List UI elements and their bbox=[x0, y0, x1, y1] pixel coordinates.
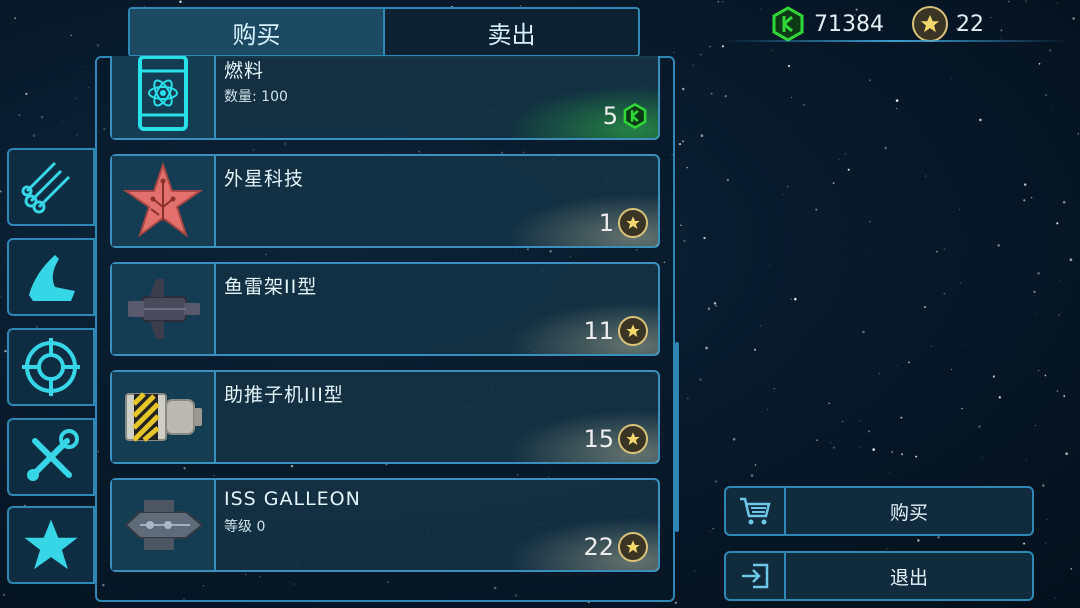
star-icon bbox=[24, 519, 78, 570]
item-name: 燃料 bbox=[224, 60, 265, 82]
item-price: 15 bbox=[583, 424, 648, 454]
shop-item-list[interactable]: 燃料 数量: 100 5 外星科技 1 鱼雷架II型 11 助推子机III型 1… bbox=[108, 56, 662, 596]
price-value: 22 bbox=[583, 533, 614, 561]
torpedo-rack-icon bbox=[128, 279, 200, 339]
booster-module-icon bbox=[125, 392, 202, 442]
item-price: 1 bbox=[599, 208, 648, 238]
star-count: 22 bbox=[956, 11, 984, 37]
price-value: 1 bbox=[598, 209, 614, 237]
star-coin-icon bbox=[618, 208, 648, 238]
star-coin-icon bbox=[618, 532, 648, 562]
item-name: 助推子机III型 bbox=[224, 384, 344, 406]
item-name: ISS GALLEON bbox=[224, 488, 361, 510]
fuel-barrel-icon bbox=[138, 56, 188, 131]
buy-button-label: 购买 bbox=[889, 501, 928, 524]
shop-item-booster[interactable]: 助推子机III型 15 bbox=[110, 370, 660, 464]
crystal-icon bbox=[623, 103, 647, 129]
crystal-icon bbox=[772, 6, 804, 42]
item-price: 22 bbox=[583, 532, 648, 562]
item-level: 等级 0 bbox=[224, 519, 266, 535]
item-quantity: 数量: 100 bbox=[224, 89, 288, 105]
exit-button-label: 退出 bbox=[889, 566, 928, 589]
category-ships-button[interactable] bbox=[7, 238, 95, 316]
star-coin-icon bbox=[912, 6, 948, 42]
item-price: 5 bbox=[603, 102, 648, 130]
crystal-count: 71384 bbox=[814, 11, 884, 37]
alien-tech-star-icon bbox=[123, 161, 203, 238]
materials-icon bbox=[21, 161, 71, 214]
price-value: 5 bbox=[602, 102, 618, 130]
tools-icon bbox=[27, 429, 79, 481]
star-coin-icon bbox=[618, 424, 648, 454]
exit-button[interactable]: 退出 bbox=[724, 551, 1034, 601]
list-scrollbar[interactable] bbox=[675, 342, 679, 532]
star-coin-icon bbox=[618, 316, 648, 346]
shop-item-torpedo-rack[interactable]: 鱼雷架II型 11 bbox=[110, 262, 660, 356]
cart-icon bbox=[740, 497, 771, 525]
item-price: 11 bbox=[583, 316, 648, 346]
ship-hull-icon bbox=[29, 255, 75, 301]
buy-button[interactable]: 购买 bbox=[724, 486, 1034, 536]
category-weapons-button[interactable] bbox=[7, 328, 95, 406]
shop-item-fuel[interactable]: 燃料 数量: 100 5 bbox=[110, 56, 660, 140]
star-balance: 22 bbox=[912, 6, 984, 42]
category-special-button[interactable] bbox=[7, 506, 95, 584]
shop-item-iss-galleon[interactable]: ISS GALLEON 等级 0 22 bbox=[110, 478, 660, 572]
item-name: 鱼雷架II型 bbox=[224, 276, 318, 298]
currency-divider bbox=[720, 40, 1070, 42]
category-tools-button[interactable] bbox=[7, 418, 95, 496]
tab-buy[interactable]: 购买 bbox=[130, 9, 383, 55]
shop-item-alien-tech[interactable]: 外星科技 1 bbox=[110, 154, 660, 248]
price-value: 15 bbox=[583, 425, 614, 453]
buy-sell-tabs: 购买 卖出 bbox=[128, 7, 640, 57]
target-icon bbox=[22, 338, 80, 396]
ship-galleon-icon bbox=[124, 500, 204, 550]
crystal-balance: 71384 bbox=[770, 6, 884, 42]
category-materials-button[interactable] bbox=[7, 148, 95, 226]
price-value: 11 bbox=[583, 317, 614, 345]
tab-sell[interactable]: 卖出 bbox=[383, 9, 638, 55]
item-name: 外星科技 bbox=[224, 168, 305, 190]
exit-icon bbox=[742, 563, 769, 589]
